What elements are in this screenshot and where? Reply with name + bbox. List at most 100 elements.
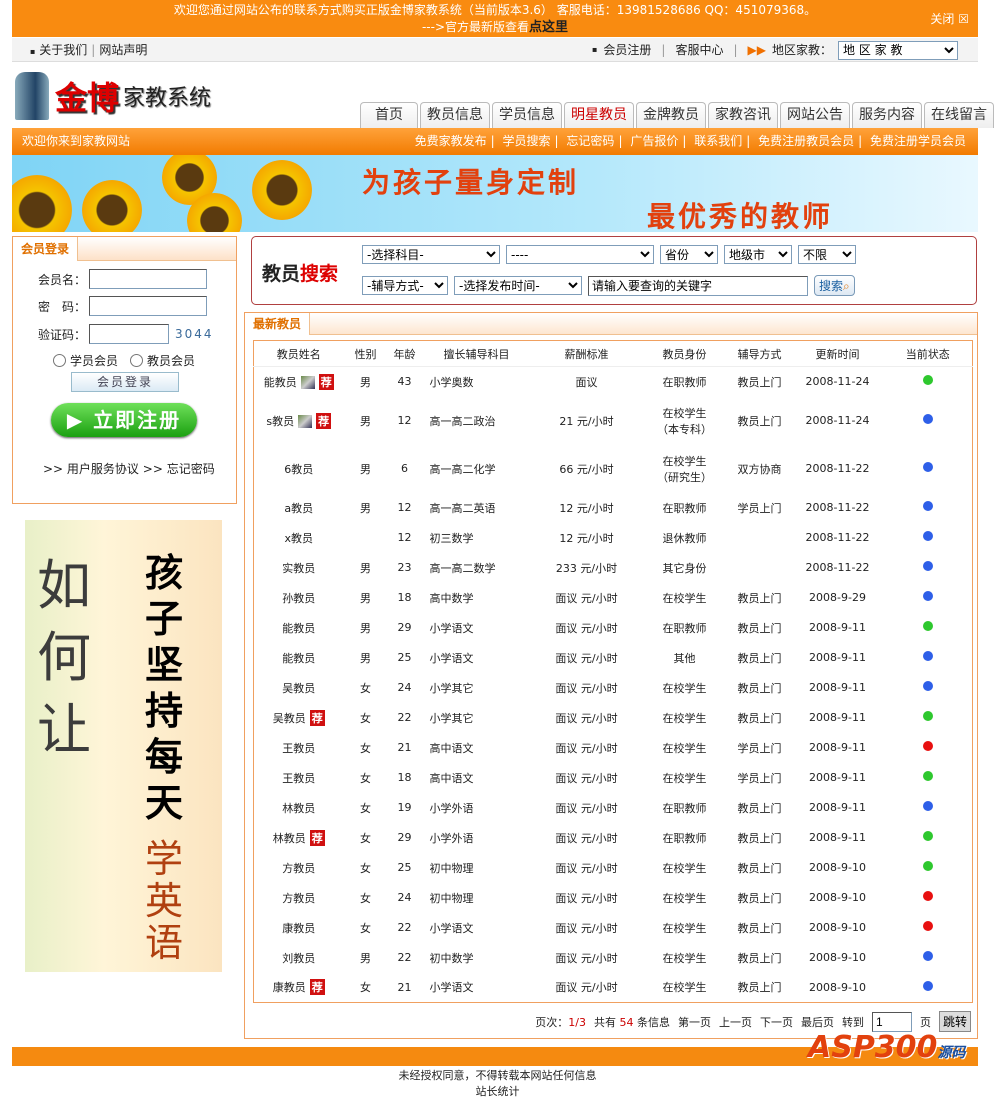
table-row[interactable]: 孙教员 男 18 高中数学 面议 元/小时 在校学生 教员上门 2008-9-29 [254,583,973,613]
service-link[interactable]: 客服中心 [675,38,723,62]
logo[interactable]: 金博 家教系统 [15,68,211,124]
table-row[interactable]: x教员 12 初三数学 12 元/小时 退休教师 2008-11-22 [254,523,973,553]
teacher-name-text[interactable]: 方教员 [282,862,315,875]
first-page-link[interactable]: 第一页 [678,1014,711,1030]
subnav-link[interactable]: 免费注册学员会员 [870,134,966,148]
tab-tutoring-news[interactable]: 家教咨讯 [708,102,778,128]
tab-announcements[interactable]: 网站公告 [780,102,850,128]
table-row[interactable]: 能教员 男 25 小学语文 面议 元/小时 其他 教员上门 2008-9-11 [254,643,973,673]
keyword-input[interactable] [588,275,808,296]
copyright-text: 未经授权同意，不得转载本网站任何信息 [398,1069,597,1082]
agreement-link[interactable]: >> 用户服务协议 [43,462,139,476]
status-dot-icon [922,591,933,601]
teacher-name-text[interactable]: 能教员 [282,652,315,665]
tab-teacher-info[interactable]: 教员信息 [420,102,490,128]
table-row[interactable]: 林教员荐 女 29 小学外语 面议 元/小时 在职教师 教员上门 2008-9-11 [254,823,973,853]
table-row[interactable]: 刘教员 男 22 初中数学 面议 元/小时 在校学生 教员上门 2008-9-10 [254,943,973,973]
teacher-name-text[interactable]: 实教员 [282,562,315,575]
teacher-name-text[interactable]: 王教员 [282,772,315,785]
status [884,673,973,703]
tab-gold-teachers[interactable]: 金牌教员 [636,102,706,128]
table-row[interactable]: 实教员 男 23 高一高二数学 233 元/小时 其它身份 2008-11-22 [254,553,973,583]
teacher-name-text[interactable]: 林教员 [273,832,306,845]
captcha-input[interactable] [89,324,169,344]
username-input[interactable] [89,269,207,289]
teacher-name: 王教员 [254,763,344,793]
tab-home[interactable]: 首页 [360,102,418,128]
teacher-name-text[interactable]: 方教员 [282,892,315,905]
tab-services[interactable]: 服务内容 [852,102,922,128]
table-row[interactable]: a教员 男 12 高一高二英语 12 元/小时 在职教师 学员上门 2008-11-22 [254,493,973,523]
statement-link[interactable]: 网站声明 [99,43,147,57]
tab-star-teachers[interactable]: 明星教员 [564,102,634,128]
time-select[interactable]: -选择发布时间- [454,276,582,295]
teacher-name-text[interactable]: x教员 [284,532,313,545]
teacher-name-text[interactable]: 刘教员 [282,952,315,965]
teacher-name-text[interactable]: s教员 [266,415,294,428]
teacher-name-text[interactable]: 康教员 [282,922,315,935]
table-row[interactable]: 吴教员荐 女 22 小学其它 面议 元/小时 在校学生 教员上门 2008-9-11 [254,703,973,733]
updated-text: 2008-9-11 [809,771,866,784]
student-radio[interactable] [53,354,66,367]
subnav-link[interactable]: 免费家教发布 [415,134,487,148]
forgot-password-link[interactable]: >> 忘记密码 [143,462,215,476]
province-select[interactable]: 省份 [660,245,718,264]
english-ad[interactable]: 如何让 孩子坚持每天 学英语 [25,520,222,972]
banner[interactable]: 为孩子量身定制 最优秀的教师 [12,155,978,232]
table-row[interactable]: 6教员 男 6 高一高二化学 66 元/小时 在校学生（研究生） 双方协商 2008-11-2… [254,445,973,493]
teacher-name: 方教员 [254,883,344,913]
prev-page-link[interactable]: 上一页 [719,1014,752,1030]
teacher-name-text[interactable]: 林教员 [282,802,315,815]
subject-select[interactable]: -选择科目- [362,245,500,264]
last-page-link[interactable]: 最后页 [801,1014,834,1030]
mode: 教员上门 [728,793,792,823]
table-row[interactable]: 方教员 女 24 初中物理 面议 元/小时 在校学生 教员上门 2008-9-10 [254,883,973,913]
salary-text: 面议 元/小时 [555,681,618,695]
subnav-link[interactable]: 广告报价 [630,134,678,148]
teacher-radio[interactable] [130,354,144,367]
close-promo-button[interactable]: 关闭 ☒ [930,10,969,27]
promo-link[interactable]: 点这里 [529,20,568,35]
next-page-link[interactable]: 下一页 [760,1014,793,1030]
subnav-link[interactable]: 学员搜索 [503,134,551,148]
table-row[interactable]: 能教员 男 29 小学语文 面议 元/小时 在职教师 教员上门 2008-9-11 [254,613,973,643]
tab-guestbook[interactable]: 在线留言 [924,102,994,128]
table-row[interactable]: 王教员 女 18 高中语文 面议 元/小时 在校学生 学员上门 2008-9-11 [254,763,973,793]
goto-page-input[interactable] [871,1011,912,1032]
mode: 双方协商 [728,445,792,493]
region-select[interactable]: 地 区 家 教 [838,40,958,60]
table-row[interactable]: 王教员 女 21 高中语文 面议 元/小时 在校学生 学员上门 2008-9-11 [254,733,973,763]
subnav-link[interactable]: 免费注册教员会员 [758,134,854,148]
table-row[interactable]: 能教员 荐 男 43 小学奥数 面议 在职教师 教员上门 2008-11-24 [254,367,973,397]
teacher-name-text[interactable]: 孙教员 [282,592,315,605]
teacher-name-text[interactable]: 6教员 [284,463,313,476]
teacher-name-text[interactable]: 吴教员 [282,682,315,695]
table-row[interactable]: 吴教员 女 24 小学其它 面议 元/小时 在校学生 教员上门 2008-9-11 [254,673,973,703]
jump-button[interactable]: 跳转 [938,1011,971,1032]
subnav-link[interactable]: 忘记密码 [566,134,614,148]
teacher-name-text[interactable]: a教员 [284,502,313,515]
table-row[interactable]: 方教员 女 25 初中物理 面议 元/小时 在校学生 教员上门 2008-9-10 [254,853,973,883]
register-now-button[interactable]: ▶ 立即注册 [51,403,197,437]
search-button[interactable]: 搜索⌕ [814,275,855,296]
teacher-name-text[interactable]: 能教员 [264,376,297,389]
teacher-name-text[interactable]: 康教员 [273,981,306,994]
login-button[interactable]: 会员登录 [71,372,179,392]
tab-student-info[interactable]: 学员信息 [492,102,562,128]
stats-link[interactable]: 站长统计 [476,1085,520,1098]
register-link[interactable]: 会员注册 [603,38,651,62]
subnav-link[interactable]: 联系我们 [694,134,742,148]
table-row[interactable]: 康教员 女 22 小学语文 面议 元/小时 在校学生 教员上门 2008-9-10 [254,913,973,943]
mode-select[interactable]: -辅导方式- [362,276,448,295]
teacher-name-text[interactable]: 吴教员 [273,712,306,725]
limit-select[interactable]: 不限 [798,245,856,264]
table-row[interactable]: s教员 荐 男 12 高一高二政治 21 元/小时 在校学生（本专科） 教员上门 2008-11… [254,397,973,445]
table-row[interactable]: 康教员荐 女 21 小学语文 面议 元/小时 在校学生 教员上门 2008-9-10 [254,973,973,1003]
password-input[interactable] [89,296,207,316]
teacher-name-text[interactable]: 王教员 [282,742,315,755]
city-select[interactable]: 地级市 [724,245,792,264]
teacher-name-text[interactable]: 能教员 [282,622,315,635]
subsubject-select[interactable]: ---- [506,245,654,264]
table-row[interactable]: 林教员 女 19 小学外语 面议 元/小时 在职教师 教员上门 2008-9-11 [254,793,973,823]
about-link[interactable]: 关于我们 [39,43,87,57]
